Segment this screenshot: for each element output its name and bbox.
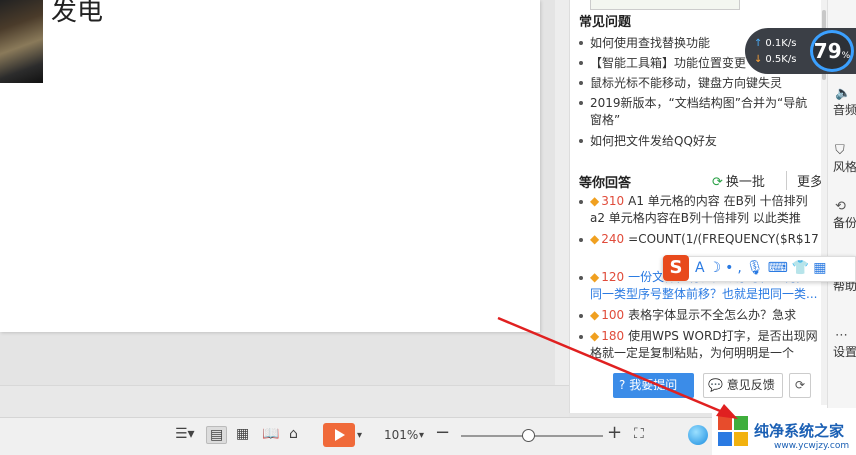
web-view-icon[interactable]: ▦ <box>236 426 249 442</box>
windows-logo-icon <box>718 416 750 448</box>
zoom-level[interactable]: 101% <box>384 428 418 442</box>
shield-icon: ⛉ <box>835 143 845 158</box>
coin-icon: ◆ <box>590 308 600 322</box>
watermark-url: www.ycwjzy.com <box>774 441 850 451</box>
sogou-logo-icon[interactable]: S <box>663 255 689 281</box>
speaker-icon: 🔈 <box>835 86 852 101</box>
network-speed-widget[interactable]: ↑ 0.1K/s ↓ 0.5K/s 79% <box>745 28 856 74</box>
refresh-icon: ⟳ <box>712 175 723 190</box>
panel-thumbnail[interactable] <box>590 0 740 10</box>
qa-text: =COUNT(1/(FREQUENCY($R$17:$R$25,IF($D$7:… <box>628 232 819 246</box>
punctuation-icon[interactable]: •, <box>725 260 746 276</box>
download-speed-value: 0.5K/s <box>765 54 797 65</box>
rail-item-style[interactable]: ⛉ 风格 <box>833 143 856 175</box>
document-bottom-bar <box>0 385 569 417</box>
feedback-label: 意见反馈 <box>726 378 775 392</box>
rail-label: 风格 <box>833 160 856 174</box>
language-icon[interactable]: A <box>695 260 709 276</box>
fullscreen-icon[interactable]: ⛶ <box>634 426 644 442</box>
document-area[interactable]: 发电 <box>0 0 555 385</box>
play-button[interactable] <box>323 423 355 447</box>
zoom-out-icon[interactable]: − <box>435 422 450 443</box>
toolbox-icon[interactable]: ▦ <box>813 260 830 276</box>
rail-label: 设置 <box>833 345 856 359</box>
zoom-in-icon[interactable]: + <box>607 422 622 443</box>
faq-item[interactable]: 如何把文件发给QQ好友 <box>579 131 819 151</box>
zoom-dropdown-icon[interactable]: ▾ <box>419 430 424 441</box>
qa-text: 表格字体显示不全怎么办？急求 <box>628 308 797 322</box>
qa-item[interactable]: ◆ 100 表格字体显示不全怎么办？急求 <box>579 307 819 324</box>
upload-speed-value: 0.1K/s <box>765 38 797 49</box>
refresh-label: 换一批 <box>725 175 765 190</box>
faq-title: 常见问题 <box>579 15 632 30</box>
ask-question-label: 我要提问 <box>629 378 678 392</box>
refresh-batch-button[interactable]: ⟳ 换一批 <box>712 171 765 190</box>
upload-speed: ↑ 0.1K/s <box>754 37 796 50</box>
panel-buttons: ? 我要提问 💬 意见反馈 ⟳ <box>613 373 823 399</box>
skin-icon[interactable]: 👕 <box>792 260 813 276</box>
rail-label: 音频 <box>833 103 856 117</box>
faq-item[interactable]: 鼠标光标不能移动，键盘方向键失灵 <box>579 73 819 93</box>
document-page[interactable]: 发电 <box>0 0 540 332</box>
ime-toolbar[interactable]: S A☽•,🎙⌨👕▦ <box>662 255 856 282</box>
rail-item-audio[interactable]: 🔈 音频 <box>833 86 856 118</box>
outline-view-icon[interactable]: ☰▾ <box>175 426 195 442</box>
coin-icon: ◆ <box>590 194 600 208</box>
rail-label: 备份 <box>833 216 856 230</box>
upload-arrow-icon: ↑ <box>754 38 763 49</box>
qa-item[interactable]: ◆ 310 A1 单元格的内容 在B列 十倍排列 a2 单元格内容在B列十倍排列 以… <box>579 193 819 227</box>
play-dropdown-icon[interactable]: ▾ <box>357 430 362 441</box>
keyboard-icon[interactable]: ⌨ <box>768 260 792 276</box>
page-view-icon[interactable]: ▤ <box>206 426 228 444</box>
coin-icon: ◆ <box>590 329 600 343</box>
qa-title: 等你回答 <box>579 176 632 191</box>
rail-item-settings[interactable]: ⋯ 设置 <box>833 328 856 360</box>
ime-tools: A☽•,🎙⌨👕▦ <box>695 260 831 276</box>
moon-icon[interactable]: ☽ <box>709 260 726 276</box>
cast-icon[interactable]: ⌂ <box>289 426 298 442</box>
rail-item-backup[interactable]: ⟲ 备份 <box>833 199 856 231</box>
chat-icon: 💬 <box>708 378 727 392</box>
watermark-title: 纯净系统之家 <box>754 422 845 440</box>
coin-icon: ◆ <box>590 232 600 246</box>
qa-reward: 180 <box>601 329 625 343</box>
history-icon: ⟲ <box>835 199 846 214</box>
microphone-icon[interactable]: 🎙 <box>746 260 768 276</box>
qa-reward: 100 <box>601 308 625 322</box>
more-icon: ⋯ <box>835 328 848 343</box>
feedback-button[interactable]: 💬 意见反馈 <box>703 373 783 398</box>
document-text: 发电 <box>51 0 104 27</box>
download-speed: ↓ 0.5K/s <box>754 53 796 66</box>
site-watermark: 纯净系统之家 www.ycwjzy.com <box>712 408 856 455</box>
qa-text: 使用WPS WORD打字，是否出现网格就一定是复制粘贴，为何明明是一个 <box>590 329 818 360</box>
reload-icon: ⟳ <box>794 378 806 392</box>
memory-gauge: 79% <box>810 30 854 72</box>
zoom-slider-handle[interactable] <box>522 429 535 442</box>
gauge-percent-sign: % <box>841 51 851 61</box>
question-icon: ? <box>619 378 630 392</box>
document-photo <box>0 0 43 83</box>
download-arrow-icon: ↓ <box>754 54 763 65</box>
gauge-percent: 79 <box>813 39 842 63</box>
faq-item[interactable]: 2019新版本，“文档结构图”合并为“导航窗格” <box>579 93 819 131</box>
qa-reward: 240 <box>601 232 625 246</box>
qa-item[interactable]: ◆ 180 使用WPS WORD打字，是否出现网格就一定是复制粘贴，为何明明是一个 <box>579 328 819 362</box>
document-scrollbar[interactable] <box>555 0 569 385</box>
coin-icon: ◆ <box>590 270 600 284</box>
ask-question-button[interactable]: ? 我要提问 <box>613 373 694 398</box>
reading-view-icon[interactable]: 📖 <box>262 426 279 442</box>
panel-refresh-button[interactable]: ⟳ <box>789 373 811 398</box>
qa-reward: 120 <box>601 270 625 284</box>
more-link[interactable]: 更多 <box>786 171 823 190</box>
qa-reward: 310 <box>601 194 625 208</box>
assistant-orb-icon[interactable] <box>688 425 708 445</box>
